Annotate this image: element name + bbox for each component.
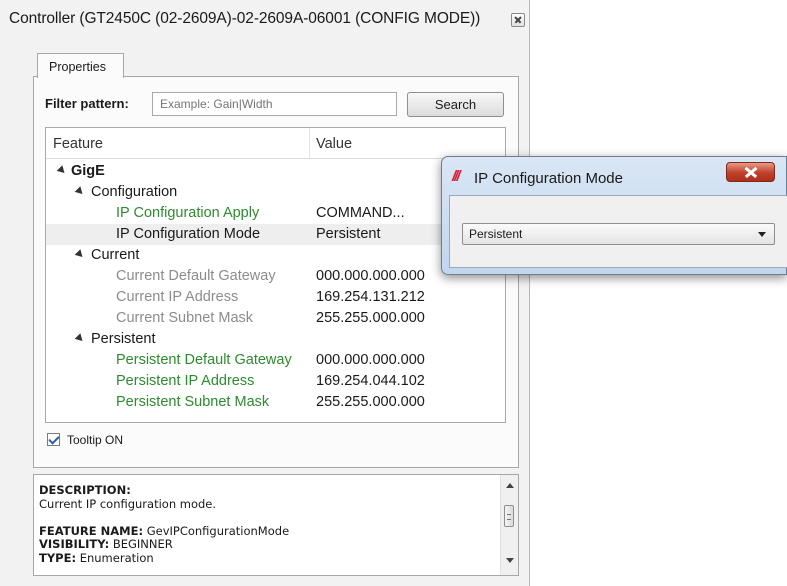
tree-row-persistent-default-gateway[interactable]: Persistent Default Gateway 000.000.000.0… bbox=[46, 350, 505, 371]
feature-value: 000.000.000.000 bbox=[316, 268, 425, 284]
feature-name: Configuration bbox=[91, 184, 178, 200]
tree-row-persistent-subnet-mask[interactable]: Persistent Subnet Mask 255.255.000.000 bbox=[46, 392, 505, 413]
tree-row-persistent[interactable]: Persistent bbox=[46, 329, 505, 350]
search-button[interactable]: Search bbox=[407, 92, 504, 117]
scroll-up-icon[interactable] bbox=[506, 483, 514, 488]
feature-value[interactable]: 255.255.000.000 bbox=[316, 394, 425, 410]
popup-close-button[interactable] bbox=[726, 162, 775, 182]
filter-label: Filter pattern: bbox=[45, 96, 129, 111]
feature-value[interactable]: Persistent bbox=[316, 226, 380, 242]
feature-value: 255.255.000.000 bbox=[316, 310, 425, 326]
ip-configuration-mode-popup: /// IP Configuration Mode Persistent bbox=[441, 156, 787, 275]
tree-row-persistent-ip-address[interactable]: Persistent IP Address 169.254.044.102 bbox=[46, 371, 505, 392]
tree-row-current-ip-address[interactable]: Current IP Address 169.254.131.212 bbox=[46, 287, 505, 308]
close-icon[interactable] bbox=[511, 13, 525, 27]
feature-value: 169.254.131.212 bbox=[316, 289, 425, 305]
chevron-down-icon[interactable] bbox=[758, 232, 766, 237]
description-text: DESCRIPTION: Current IP configuration mo… bbox=[39, 483, 494, 565]
feature-name: IP Configuration Mode bbox=[116, 226, 261, 242]
popup-title: IP Configuration Mode bbox=[474, 170, 623, 187]
feature-name: Current Subnet Mask bbox=[116, 310, 254, 326]
expand-triangle-icon[interactable] bbox=[74, 333, 86, 344]
description-heading: DESCRIPTION: bbox=[39, 483, 131, 497]
grid-header: Feature Value bbox=[46, 128, 505, 159]
description-panel: DESCRIPTION: Current IP configuration mo… bbox=[33, 474, 519, 576]
app-logo-icon: /// bbox=[452, 168, 460, 185]
type-value: Enumeration bbox=[79, 550, 154, 565]
description-scrollbar[interactable] bbox=[500, 475, 518, 575]
scroll-down-icon[interactable] bbox=[506, 558, 514, 563]
controller-window: Controller (GT2450C (02-2609A)-02-2609A-… bbox=[0, 0, 530, 586]
tree-row-current[interactable]: Current bbox=[46, 245, 505, 266]
feature-name: Persistent bbox=[91, 331, 156, 347]
feature-value[interactable]: COMMAND... bbox=[316, 205, 405, 221]
feature-name: Current bbox=[91, 247, 140, 263]
feature-name: Current Default Gateway bbox=[116, 268, 276, 284]
popup-body: Persistent bbox=[449, 195, 787, 268]
visibility-value: BEGINNER bbox=[112, 537, 173, 551]
tree-row-gige[interactable]: GigE bbox=[46, 161, 505, 182]
feature-grid: Feature Value GigE Configuration IP Conf… bbox=[45, 127, 506, 423]
feature-name-label: FEATURE NAME: bbox=[39, 523, 144, 538]
mode-select-value: Persistent bbox=[469, 227, 523, 241]
visibility-label: VISIBILITY: bbox=[39, 537, 110, 551]
feature-value[interactable]: 169.254.044.102 bbox=[316, 373, 425, 389]
tooltip-label: Tooltip ON bbox=[67, 433, 124, 447]
feature-name: Persistent IP Address bbox=[116, 373, 255, 389]
description-body: Current IP configuration mode. bbox=[39, 496, 217, 511]
tab-properties[interactable]: Properties bbox=[37, 53, 124, 78]
tree-row-current-default-gateway[interactable]: Current Default Gateway 000.000.000.000 bbox=[46, 266, 505, 287]
feature-name: Persistent Default Gateway bbox=[116, 352, 292, 368]
feature-name: Persistent Subnet Mask bbox=[116, 394, 270, 410]
expand-triangle-icon[interactable] bbox=[74, 249, 86, 260]
type-label: TYPE: bbox=[39, 550, 77, 565]
column-header-feature[interactable]: Feature bbox=[53, 136, 103, 152]
column-divider[interactable] bbox=[309, 128, 310, 158]
title-bar: Controller (GT2450C (02-2609A)-02-2609A-… bbox=[0, 0, 530, 38]
tree-row-configuration[interactable]: Configuration bbox=[46, 182, 505, 203]
expand-triangle-icon[interactable] bbox=[56, 165, 68, 176]
feature-name-value: GevIPConfigurationMode bbox=[146, 523, 290, 538]
tree-row-ip-configuration-mode[interactable]: IP Configuration Mode Persistent bbox=[46, 224, 505, 245]
feature-value[interactable]: 000.000.000.000 bbox=[316, 352, 425, 368]
tooltip-checkbox[interactable] bbox=[47, 433, 60, 446]
expand-triangle-icon[interactable] bbox=[74, 186, 86, 197]
window-title: Controller (GT2450C (02-2609A)-02-2609A-… bbox=[9, 10, 481, 27]
filter-input[interactable] bbox=[152, 92, 397, 116]
feature-name: Current IP Address bbox=[116, 289, 239, 305]
mode-select[interactable]: Persistent bbox=[462, 223, 775, 245]
column-header-value[interactable]: Value bbox=[316, 136, 352, 152]
tree-row-current-subnet-mask[interactable]: Current Subnet Mask 255.255.000.000 bbox=[46, 308, 505, 329]
feature-name: IP Configuration Apply bbox=[116, 205, 260, 221]
tree-row-ip-configuration-apply[interactable]: IP Configuration Apply COMMAND... bbox=[46, 203, 505, 224]
feature-name: GigE bbox=[71, 163, 105, 179]
scroll-thumb[interactable] bbox=[504, 505, 514, 527]
